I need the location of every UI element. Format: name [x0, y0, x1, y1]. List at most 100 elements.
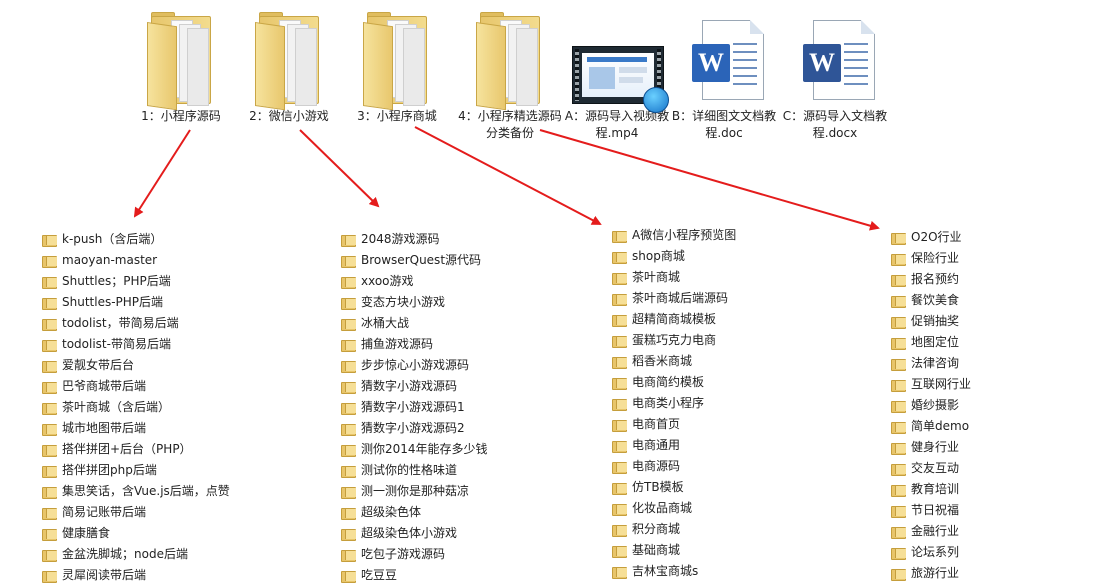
folder-list-item[interactable]: Shuttles-PHP后端 [42, 291, 230, 312]
arrow-to-games-list [299, 129, 380, 208]
folder-name: 2048游戏源码 [361, 232, 440, 246]
folder-list-item[interactable]: 2048游戏源码 [341, 228, 488, 249]
folder-list-item[interactable]: 健康膳食 [42, 522, 230, 543]
folder-list-item[interactable]: 金融行业 [891, 520, 971, 541]
folder-name: 教育培训 [911, 482, 960, 496]
folder-name: todolist，带简易后端 [62, 316, 179, 330]
folder-list-item[interactable]: k-push（含后端） [42, 228, 230, 249]
folder-list-item[interactable]: 超级染色体小游戏 [341, 522, 488, 543]
file-item-mall-folder[interactable]: 3：小程序商城 [342, 8, 452, 125]
folder-list-item[interactable]: 测试你的性格味道 [341, 459, 488, 480]
folder-list-item[interactable]: 仿TB模板 [612, 476, 736, 497]
folder-list-item[interactable]: 论坛系列 [891, 541, 971, 562]
folder-list-item[interactable]: 集思笑话，含Vue.js后端，点赞 [42, 480, 230, 501]
folder-icon [341, 422, 356, 436]
folder-list-item[interactable]: A微信小程序预览图 [612, 224, 736, 245]
folder-name: 搭伴拼团+后台（PHP） [62, 442, 192, 456]
folder-list-item[interactable]: 旅游行业 [891, 562, 971, 583]
folder-list-item[interactable]: 化妆品商城 [612, 497, 736, 518]
folder-list-item[interactable]: 电商简约模板 [612, 371, 736, 392]
folder-list-item[interactable]: 茶叶商城（含后端） [42, 396, 230, 417]
folder-list-item[interactable]: 简易记账带后端 [42, 501, 230, 522]
folder-list-item[interactable]: 搭伴拼团+后台（PHP） [42, 438, 230, 459]
folder-list-item[interactable]: 巴爷商城带后端 [42, 375, 230, 396]
file-item-video[interactable]: A：源码导入视频教程.mp4 [562, 8, 672, 142]
folder-list-item[interactable]: Shuttles；PHP后端 [42, 270, 230, 291]
folder-list-item[interactable]: 健身行业 [891, 436, 971, 457]
file-item-doc[interactable]: W B：详细图文文档教程.doc [669, 8, 779, 142]
folder-list-item[interactable]: 城市地图带后端 [42, 417, 230, 438]
folder-name: 促销抽奖 [911, 314, 960, 328]
folder-name: todolist-带简易后端 [62, 337, 171, 351]
folder-list-item[interactable]: 步步惊心小游戏源码 [341, 354, 488, 375]
folder-list-item[interactable]: 法律咨询 [891, 352, 971, 373]
folder-icon [341, 233, 356, 247]
folder-list-item[interactable]: 猜数字小游戏源码 [341, 375, 488, 396]
folder-list-item[interactable]: BrowserQuest源代码 [341, 249, 488, 270]
folder-list-item[interactable]: 蛋糕巧克力电商 [612, 329, 736, 350]
folder-list-item[interactable]: 互联网行业 [891, 373, 971, 394]
file-item-backup-folder[interactable]: 4：小程序精选源码分类备份 [455, 8, 565, 142]
folder-list-item[interactable]: 电商源码 [612, 455, 736, 476]
folder-name: 测一测你是那种菇凉 [361, 484, 470, 498]
folder-name: 变态方块小游戏 [361, 295, 446, 309]
folder-list-item[interactable]: todolist-带简易后端 [42, 333, 230, 354]
folder-list-item[interactable]: 灵犀阅读带后端 [42, 564, 230, 585]
folder-list-item[interactable]: 基础商城 [612, 539, 736, 560]
file-item-mini-games-folder[interactable]: 2：微信小游戏 [234, 8, 344, 125]
folder-icon [341, 443, 356, 457]
folder-icon [341, 464, 356, 478]
folder-list-item[interactable]: 餐饮美食 [891, 289, 971, 310]
file-item-docx[interactable]: W C：源码导入文档教程.docx [780, 8, 890, 142]
file-label: 1：小程序源码 [141, 109, 221, 123]
folder-list-item[interactable]: 交友互动 [891, 457, 971, 478]
folder-list-item[interactable]: 超精简商城模板 [612, 308, 736, 329]
folder-list-item[interactable]: 捕鱼游戏源码 [341, 333, 488, 354]
folder-list-item[interactable]: 吃豆豆 [341, 564, 488, 585]
folder-list-item[interactable]: 吃包子游戏源码 [341, 543, 488, 564]
folder-list-mall: A微信小程序预览图 shop商城 茶叶商城 茶叶商城后端源码 超精简商城模板 蛋糕巧克力电… [612, 224, 736, 581]
folder-name: xxoo游戏 [361, 274, 414, 288]
folder-icon [891, 567, 906, 581]
folder-list-item[interactable]: 搭伴拼团php后端 [42, 459, 230, 480]
file-item-source-folder[interactable]: 1：小程序源码 [126, 8, 236, 125]
folder-list-item[interactable]: 报名预约 [891, 268, 971, 289]
folder-list-item[interactable]: 猜数字小游戏源码2 [341, 417, 488, 438]
folder-list-item[interactable]: xxoo游戏 [341, 270, 488, 291]
folder-list-item[interactable]: 稻香米商城 [612, 350, 736, 371]
folder-list-item[interactable]: 爱靓女带后台 [42, 354, 230, 375]
folder-name: 电商类小程序 [632, 396, 705, 410]
folder-name: 基础商城 [632, 543, 681, 557]
folder-list-item[interactable]: 茶叶商城后端源码 [612, 287, 736, 308]
folder-list-item[interactable]: 猜数字小游戏源码1 [341, 396, 488, 417]
folder-list-item[interactable]: 吉林宝商城s [612, 560, 736, 581]
folder-list-item[interactable]: todolist，带简易后端 [42, 312, 230, 333]
folder-list-item[interactable]: 积分商城 [612, 518, 736, 539]
folder-name: 健康膳食 [62, 526, 111, 540]
folder-icon [341, 401, 356, 415]
folder-name: 爱靓女带后台 [62, 358, 135, 372]
folder-list-item[interactable]: 茶叶商城 [612, 266, 736, 287]
folder-list-item[interactable]: 超级染色体 [341, 501, 488, 522]
folder-list-item[interactable]: 保险行业 [891, 247, 971, 268]
folder-list-item[interactable]: 简单demo [891, 415, 971, 436]
folder-list-item[interactable]: 促销抽奖 [891, 310, 971, 331]
folder-list-item[interactable]: 测一测你是那种菇凉 [341, 480, 488, 501]
folder-name: 化妆品商城 [632, 501, 693, 515]
folder-list-item[interactable]: shop商城 [612, 245, 736, 266]
folder-list-item[interactable]: 节日祝福 [891, 499, 971, 520]
folder-list-item[interactable]: 变态方块小游戏 [341, 291, 488, 312]
folder-list-item[interactable]: maoyan-master [42, 249, 230, 270]
folder-list-item[interactable]: 测你2014年能存多少钱 [341, 438, 488, 459]
folder-name: BrowserQuest源代码 [361, 253, 482, 267]
folder-list-item[interactable]: 教育培训 [891, 478, 971, 499]
folder-list-item[interactable]: 电商类小程序 [612, 392, 736, 413]
folder-list-item[interactable]: 婚纱摄影 [891, 394, 971, 415]
folder-list-item[interactable]: 冰桶大战 [341, 312, 488, 333]
folder-list-item[interactable]: 金盆洗脚城；node后端 [42, 543, 230, 564]
folder-list-item[interactable]: 地图定位 [891, 331, 971, 352]
folder-list-item[interactable]: O2O行业 [891, 226, 971, 247]
folder-icon [361, 8, 433, 111]
folder-list-item[interactable]: 电商首页 [612, 413, 736, 434]
folder-list-item[interactable]: 电商通用 [612, 434, 736, 455]
